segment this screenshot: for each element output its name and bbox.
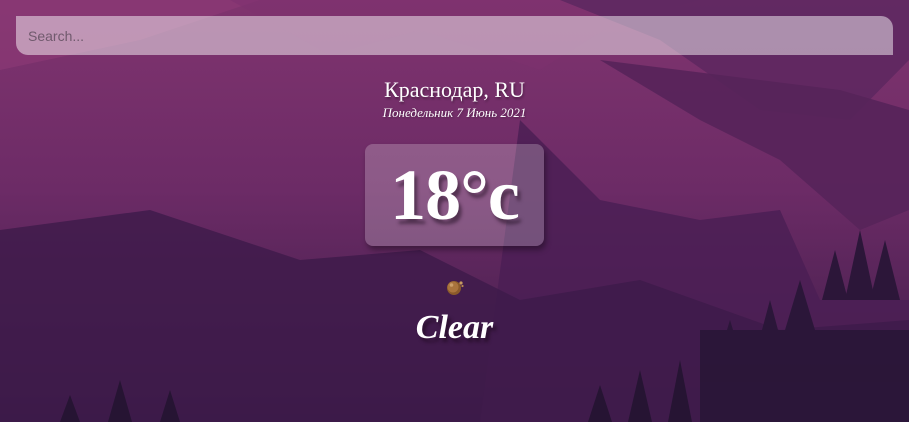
- current-date: Понедельник 7 Июнь 2021: [382, 105, 527, 120]
- location-block: Краснодар, RU Понедельник 7 Июнь 2021: [0, 76, 909, 121]
- weather-status-icon: [447, 281, 464, 295]
- search-input[interactable]: [16, 16, 893, 55]
- temperature-value: 18°c: [390, 155, 520, 235]
- city-name: Краснодар, RU: [384, 77, 525, 102]
- weather-condition: Clear: [415, 309, 494, 346]
- temperature-card: 18°c: [365, 144, 544, 246]
- search-bar: [16, 16, 893, 55]
